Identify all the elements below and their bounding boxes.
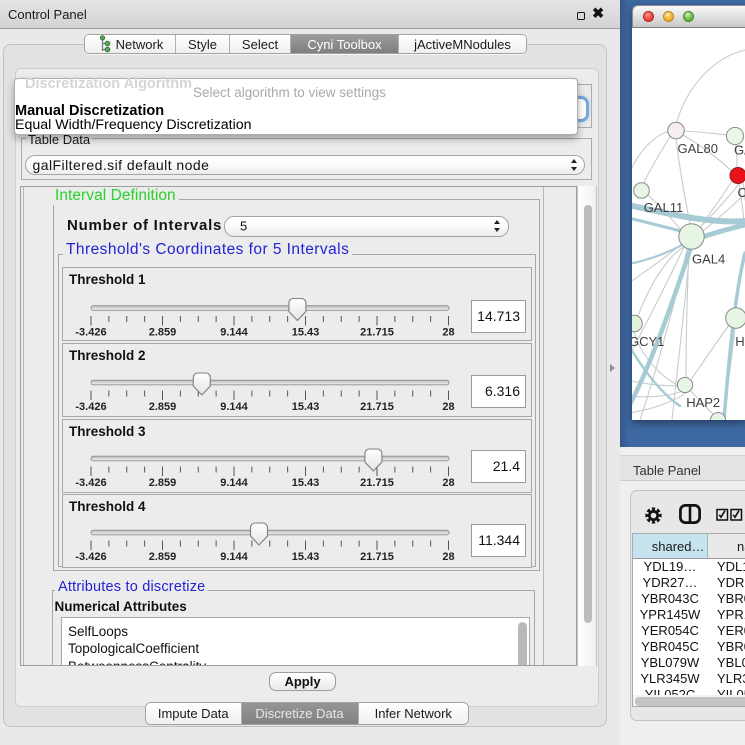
svg-text:GAL: GAL: [734, 142, 745, 157]
svg-text:15.43: 15.43: [292, 551, 320, 563]
svg-text:21.715: 21.715: [360, 477, 394, 489]
svg-text:GCY1: GCY1: [632, 334, 664, 349]
svg-text:21.715: 21.715: [360, 326, 394, 338]
svg-text:-3.426: -3.426: [75, 477, 106, 489]
svg-text:9.144: 9.144: [220, 477, 248, 489]
svg-text:28: 28: [442, 551, 454, 563]
svg-text:2.859: 2.859: [149, 401, 177, 413]
svg-text:28: 28: [442, 477, 454, 489]
svg-text:-3.426: -3.426: [75, 326, 106, 338]
svg-text:-3.426: -3.426: [75, 551, 106, 563]
svg-text:15.43: 15.43: [292, 326, 320, 338]
svg-text:9.144: 9.144: [220, 401, 248, 413]
svg-text:9.144: 9.144: [220, 326, 248, 338]
svg-text:21.715: 21.715: [360, 401, 394, 413]
svg-text:15.43: 15.43: [292, 401, 320, 413]
svg-text:2.859: 2.859: [149, 477, 177, 489]
svg-text:21.715: 21.715: [360, 551, 394, 563]
svg-text:GAL80: GAL80: [677, 141, 717, 156]
svg-text:28: 28: [442, 401, 454, 413]
svg-text:2.859: 2.859: [149, 551, 177, 563]
svg-text:HAP2: HAP2: [686, 395, 720, 410]
svg-text:GAL4: GAL4: [692, 251, 725, 266]
svg-text:9.144: 9.144: [220, 551, 248, 563]
svg-text:CY: CY: [737, 185, 745, 200]
svg-text:15.43: 15.43: [292, 477, 320, 489]
svg-text:2.859: 2.859: [149, 326, 177, 338]
svg-text:GAL11: GAL11: [643, 200, 683, 215]
svg-text:-3.426: -3.426: [75, 401, 106, 413]
svg-text:HI: HI: [735, 334, 745, 349]
svg-text:28: 28: [442, 326, 454, 338]
